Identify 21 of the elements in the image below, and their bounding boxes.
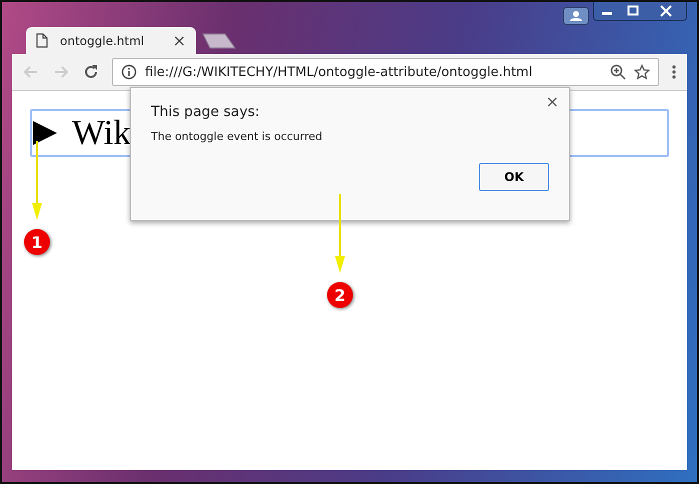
disclosure-triangle-icon[interactable] bbox=[32, 120, 58, 146]
tab-close-button[interactable]: × bbox=[172, 31, 186, 50]
page-icon bbox=[36, 33, 48, 48]
dialog-message: The ontoggle event is occurred bbox=[151, 130, 324, 143]
url-text: file:///G:/WIKITECHY/HTML/ontoggle-attribute/ontoggle.html bbox=[145, 64, 534, 80]
star-icon[interactable] bbox=[634, 64, 650, 80]
ok-button[interactable]: OK bbox=[479, 163, 549, 191]
callout-badge: 1 bbox=[24, 229, 50, 255]
info-icon bbox=[121, 64, 137, 80]
menu-icon[interactable] bbox=[671, 64, 677, 80]
callout-badge: 2 bbox=[327, 282, 353, 308]
browser-tab[interactable]: ontoggle.html × bbox=[26, 27, 196, 54]
reload-icon[interactable] bbox=[82, 63, 100, 81]
user-icon[interactable] bbox=[563, 7, 589, 25]
new-tab-button[interactable] bbox=[202, 33, 236, 49]
zoom-icon[interactable] bbox=[610, 64, 626, 80]
dialog-title: This page says: bbox=[151, 104, 261, 120]
tab-title: ontoggle.html bbox=[60, 34, 146, 48]
dialog-close-button[interactable]: × bbox=[546, 92, 559, 111]
address-bar[interactable]: file:///G:/WIKITECHY/HTML/ontoggle-attribute/ontoggle.html bbox=[112, 58, 659, 86]
summary-text: Wik bbox=[72, 113, 131, 153]
